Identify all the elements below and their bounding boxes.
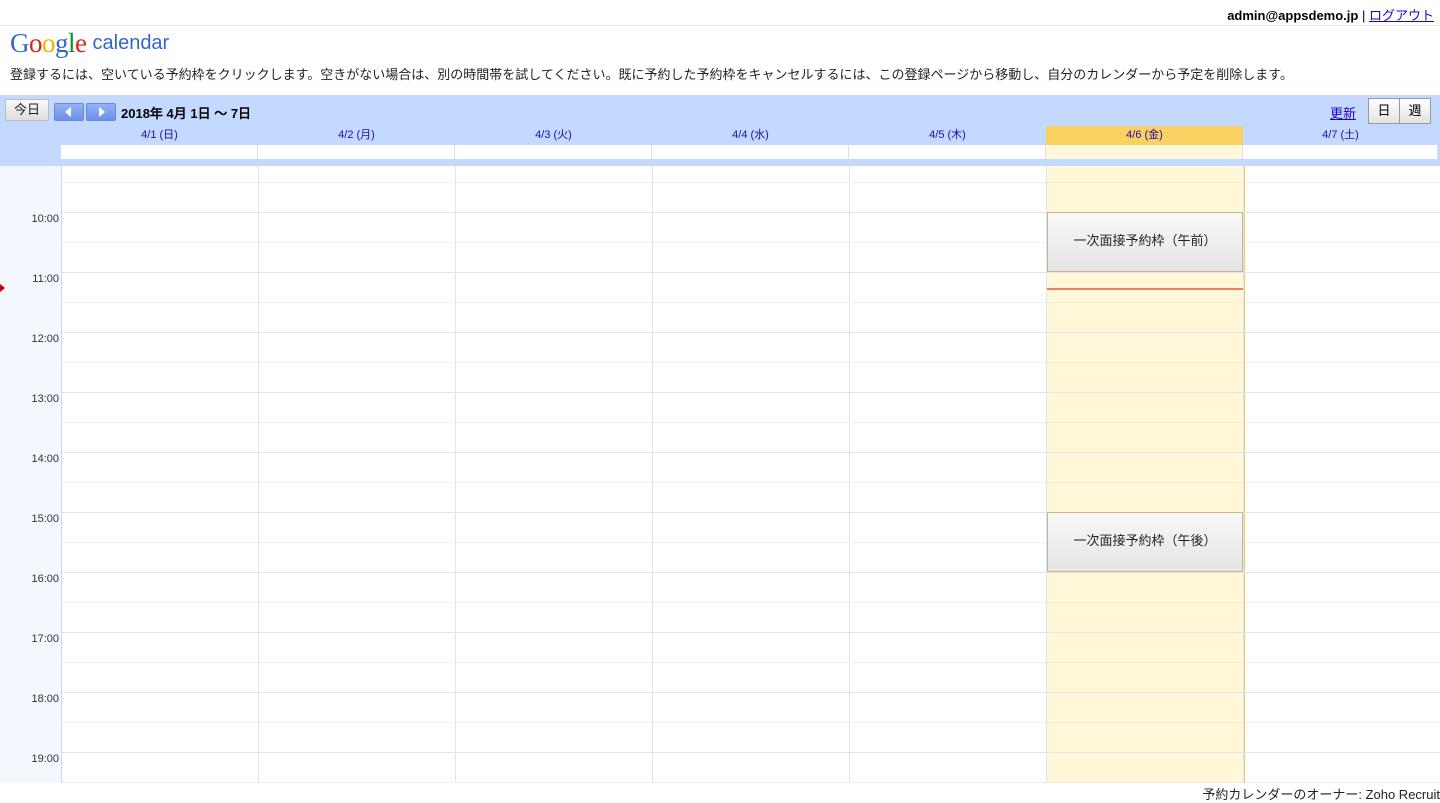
all-day-cell[interactable]	[61, 145, 258, 159]
half-hour-line	[61, 302, 1440, 303]
all-day-cell[interactable]	[849, 145, 1046, 159]
view-day-button[interactable]: 日	[1368, 98, 1400, 124]
all-day-cell[interactable]	[455, 145, 652, 159]
half-hour-line	[61, 722, 1440, 723]
hour-line	[0, 452, 1440, 453]
day-divider	[258, 166, 259, 783]
half-hour-line	[61, 602, 1440, 603]
day-header-1[interactable]: 4/1 (日)	[61, 126, 258, 145]
logo-product: calendar	[92, 32, 170, 54]
time-label: 19:00	[31, 753, 59, 765]
appointment-slot[interactable]: 一次面接予約枠（午後）	[1047, 512, 1243, 572]
calendar-owner: 予約カレンダーのオーナー: Zoho Recruit	[1202, 787, 1440, 802]
instructions: 登録するには、空いている予約枠をクリックします。空きがない場合は、別の時間帯を試…	[10, 67, 1293, 82]
all-day-cell[interactable]	[1243, 145, 1438, 159]
top-bar: admin@appsdemo.jp | ログアウト	[0, 0, 1440, 26]
refresh-link[interactable]: 更新	[1330, 103, 1356, 122]
day-header-2[interactable]: 4/2 (月)	[258, 126, 455, 145]
google-calendar-logo: Google calendar	[10, 28, 169, 60]
time-label: 17:00	[31, 633, 59, 645]
time-label: 11:00	[32, 273, 59, 285]
chevron-left-icon	[65, 107, 71, 117]
view-week-button[interactable]: 週	[1399, 98, 1431, 124]
time-label: 18:00	[31, 693, 59, 705]
time-label: 15:00	[31, 513, 59, 525]
hour-line	[0, 392, 1440, 393]
half-hour-line	[61, 782, 1440, 783]
separator: |	[1361, 8, 1366, 23]
logo-google: Google	[10, 28, 87, 58]
all-day-cell[interactable]	[258, 145, 455, 159]
hour-line	[0, 332, 1440, 333]
hour-line	[0, 692, 1440, 693]
time-label: 14:00	[31, 453, 59, 465]
time-label: 12:00	[31, 333, 59, 345]
user-info: admin@appsdemo.jp | ログアウト	[1227, 5, 1434, 24]
half-hour-line	[61, 482, 1440, 483]
hour-line	[0, 272, 1440, 273]
current-time-marker-icon	[0, 284, 5, 292]
current-time-line	[1047, 288, 1243, 290]
day-header-3[interactable]: 4/3 (火)	[455, 126, 652, 145]
day-header-4[interactable]: 4/4 (水)	[652, 126, 849, 145]
week-grid: 10:00 11:00 12:00 13:00 14:00 15:00 16:00 17:00…	[0, 166, 1440, 783]
half-hour-line	[61, 182, 1440, 183]
prev-week-button[interactable]	[54, 103, 84, 121]
day-header-6[interactable]: 4/6 (金)	[1046, 126, 1243, 145]
hour-line	[0, 632, 1440, 633]
half-hour-line	[61, 362, 1440, 363]
hour-line	[0, 572, 1440, 573]
today-button[interactable]: 今日	[5, 99, 49, 121]
time-label: 16:00	[31, 573, 59, 585]
day-divider	[455, 166, 456, 783]
all-day-cell[interactable]	[1046, 145, 1243, 159]
day-header-7[interactable]: 4/7 (土)	[1243, 126, 1438, 145]
day-header-5[interactable]: 4/5 (木)	[849, 126, 1046, 145]
day-divider	[652, 166, 653, 783]
date-range: 2018年 4月 1日 ～ 7日	[121, 106, 252, 121]
time-label: 10:00	[31, 213, 59, 225]
hour-line	[0, 752, 1440, 753]
logout-link[interactable]: ログアウト	[1369, 8, 1434, 23]
half-hour-line	[61, 422, 1440, 423]
time-label: 13:00	[31, 393, 59, 405]
day-divider	[1243, 166, 1244, 783]
all-day-cell[interactable]	[652, 145, 849, 159]
appointment-slot[interactable]: 一次面接予約枠（午前）	[1047, 212, 1243, 272]
chevron-right-icon	[99, 107, 105, 117]
half-hour-line	[61, 662, 1440, 663]
time-column	[0, 166, 62, 783]
next-week-button[interactable]	[86, 103, 116, 121]
day-divider	[849, 166, 850, 783]
user-email: admin@appsdemo.jp	[1227, 8, 1359, 23]
